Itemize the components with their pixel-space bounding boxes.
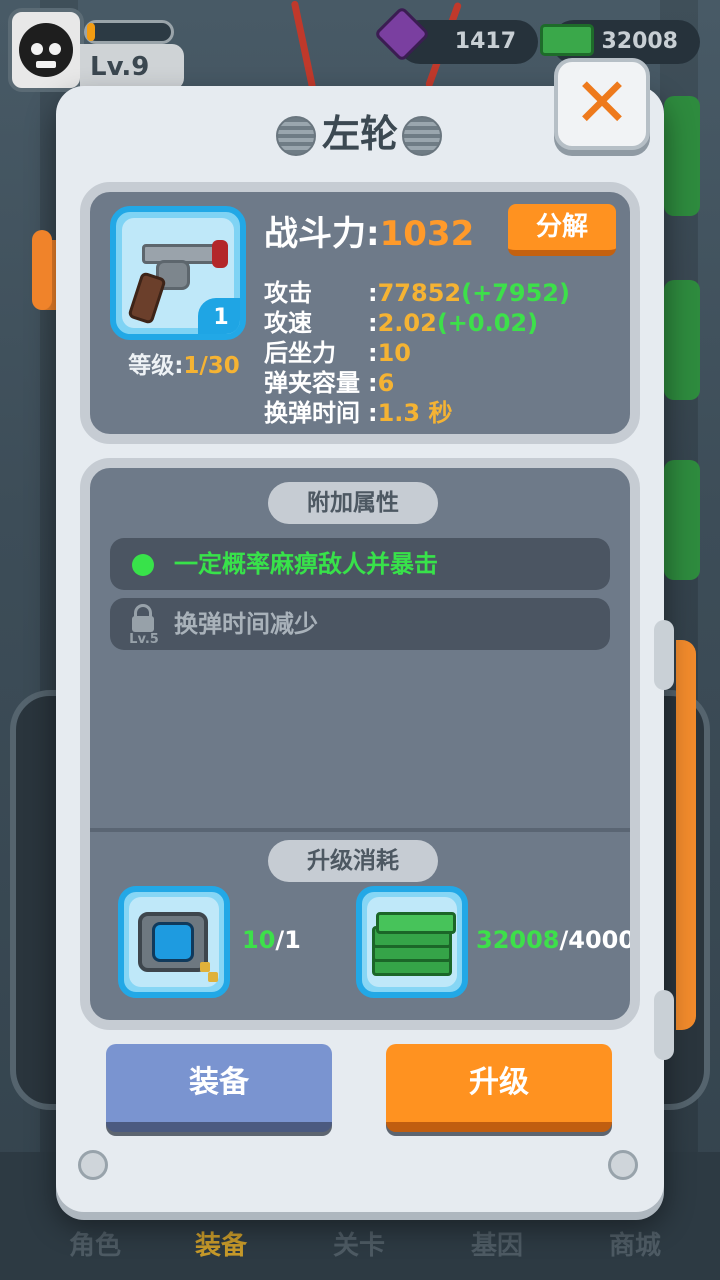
background-side-tab	[664, 280, 700, 400]
nav-item-role[interactable]: 角色	[30, 1225, 160, 1262]
stat-row-magazine: 弹夹容量:6	[264, 368, 394, 398]
combat-power: 战斗力:1032	[264, 206, 474, 255]
bolt-icon	[402, 116, 442, 156]
stat-row-reload-time: 换弹时间:1.3 秒	[264, 398, 452, 428]
unlock-level: Lv.5	[129, 632, 159, 647]
stat-separator: :	[368, 369, 378, 397]
stat-separator: :	[368, 399, 378, 427]
modal-side-knob	[32, 230, 52, 310]
nav-item-gene[interactable]: 基因	[432, 1225, 562, 1262]
combat-power-value: 1032	[379, 214, 475, 254]
background-side-tab	[664, 96, 700, 216]
decompose-button[interactable]: 分解	[508, 204, 616, 256]
chip-cost: 10/1	[242, 920, 301, 960]
modal-side-knob	[654, 620, 674, 690]
stat-label: 攻速	[264, 309, 312, 337]
background-side-tab	[664, 460, 700, 580]
attribute-row-locked: Lv.5 换弹时间减少	[110, 598, 610, 650]
modal-side-knob	[654, 990, 674, 1060]
weapon-level-label: 等级:	[128, 353, 184, 379]
background-cable	[290, 0, 317, 90]
stat-value: 2.02	[377, 309, 437, 337]
nav-item-equipment[interactable]: 装备	[156, 1225, 286, 1262]
weapon-level: 等级:1/30	[114, 346, 254, 380]
active-dot-icon	[132, 554, 154, 576]
cost-need: /1	[275, 926, 301, 954]
stat-value: 1.3 秒	[377, 399, 453, 427]
close-button[interactable]: ✕	[554, 58, 650, 150]
cost-have: 32008	[476, 926, 560, 954]
weapon-detail-modal: 左轮 1 等级:1/30 战斗力:1032 分解 攻击:77852(+7952)…	[56, 86, 664, 1212]
upgrade-button[interactable]: 升级	[386, 1044, 612, 1132]
stat-label: 攻击	[264, 279, 312, 307]
cost-slot-cash[interactable]	[356, 886, 468, 998]
screw-icon	[78, 1150, 108, 1180]
upgrade-cost-title: 升级消耗	[268, 840, 438, 882]
stat-bonus: (+0.02)	[436, 309, 539, 337]
weapon-level-value: 1/30	[183, 353, 240, 379]
stat-separator: :	[368, 339, 378, 367]
stat-value: 77852	[377, 279, 462, 307]
weapon-slot[interactable]: 1	[110, 206, 246, 340]
attributes-card: 附加属性 一定概率麻痹敌人并暴击 Lv.5 换弹时间减少 升级消耗 10/1 3…	[80, 458, 640, 1030]
stat-row-recoil: 后坐力:10	[264, 338, 411, 368]
section-divider	[90, 828, 630, 832]
screw-icon	[608, 1150, 638, 1180]
nav-item-stage[interactable]: 关卡	[294, 1225, 424, 1262]
player-level: Lv.9	[80, 44, 184, 90]
cash-icon	[540, 24, 594, 56]
stat-separator: :	[368, 309, 378, 337]
cost-have: 10	[242, 926, 276, 954]
stat-separator: :	[368, 279, 378, 307]
weapon-count-badge: 1	[198, 298, 240, 334]
stat-label: 后坐力	[264, 339, 336, 367]
cash-cost: 32008/4000	[476, 920, 636, 960]
nav-item-shop[interactable]: 商城	[570, 1225, 700, 1262]
xp-bar	[84, 20, 174, 44]
background-handle	[676, 640, 696, 1030]
attribute-text: 一定概率麻痹敌人并暴击	[174, 550, 438, 578]
weapon-stats-card: 1 等级:1/30 战斗力:1032 分解 攻击:77852(+7952) 攻速…	[80, 182, 640, 444]
cost-slot-chip[interactable]	[118, 886, 230, 998]
skull-icon	[19, 23, 73, 77]
extra-attributes-title: 附加属性	[268, 482, 438, 524]
stat-label: 弹夹容量	[264, 369, 360, 397]
stat-value: 6	[377, 369, 395, 397]
combat-power-label: 战斗力:	[264, 214, 380, 254]
xp-bar-fill	[87, 23, 96, 41]
equip-button[interactable]: 装备	[106, 1044, 332, 1132]
stat-value: 10	[377, 339, 412, 367]
attribute-text: 换弹时间减少	[174, 610, 318, 638]
stat-row-attack: 攻击:77852(+7952)	[264, 278, 570, 308]
cost-need: /4000	[559, 926, 636, 954]
lock-icon: Lv.5	[126, 602, 162, 648]
stat-bonus: (+7952)	[461, 279, 570, 307]
player-avatar[interactable]	[8, 8, 84, 92]
stat-label: 换弹时间	[264, 399, 360, 427]
attribute-row-active: 一定概率麻痹敌人并暴击	[110, 538, 610, 590]
close-icon: ✕	[573, 64, 631, 143]
stat-row-attack-speed: 攻速:2.02(+0.02)	[264, 308, 538, 338]
